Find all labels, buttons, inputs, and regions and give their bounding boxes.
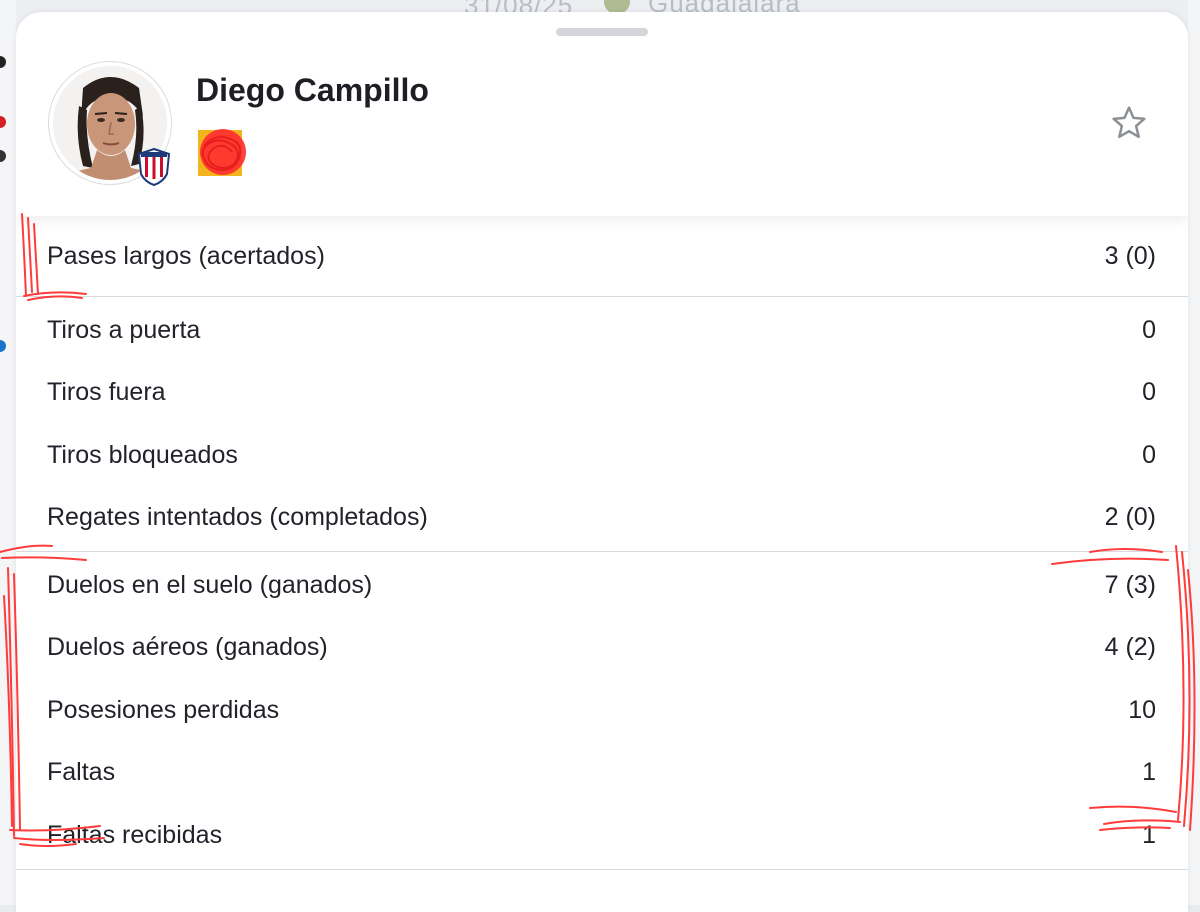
stat-value: 0 — [1142, 378, 1156, 407]
stat-value: 1 — [1142, 820, 1156, 849]
background-dot — [0, 340, 6, 352]
mexico-flag-icon — [194, 124, 254, 180]
stat-label: Tiros bloqueados — [47, 440, 238, 469]
stat-row: Tiros a puerta 0 — [16, 299, 1188, 362]
background-left-strip — [0, 0, 16, 905]
chivas-crest-icon — [137, 147, 171, 187]
stat-value: 4 (2) — [1104, 633, 1156, 662]
player-stats-sheet: Diego Campillo Pases largos (acertados) … — [16, 12, 1188, 912]
stat-row: Duelos en el suelo (ganados) 7 (3) — [16, 554, 1188, 617]
stat-label: Tiros fuera — [47, 378, 166, 407]
stat-label: Duelos en el suelo (ganados) — [47, 570, 373, 599]
sheet-drag-handle[interactable] — [556, 28, 648, 36]
stats-group-defending: Duelos en el suelo (ganados) 7 (3) Duelo… — [16, 552, 1188, 870]
stat-label: Faltas — [47, 758, 116, 787]
stats-list: Pases largos (acertados) 3 (0) Tiros a p… — [16, 216, 1188, 870]
background-dot — [0, 150, 6, 162]
stats-group-passing: Pases largos (acertados) 3 (0) — [16, 216, 1188, 297]
stats-group-attacking: Tiros a puerta 0 Tiros fuera 0 Tiros blo… — [16, 297, 1188, 552]
stat-value: 10 — [1128, 695, 1156, 724]
stat-row: Regates intentados (completados) 2 (0) — [16, 487, 1188, 550]
stat-row: Faltas 1 — [16, 742, 1188, 805]
favorite-star-button[interactable] — [1106, 100, 1152, 146]
stat-label: Posesiones perdidas — [47, 695, 280, 724]
stat-value: 2 (0) — [1104, 503, 1156, 532]
stat-value: 0 — [1142, 315, 1156, 344]
stat-row: Duelos aéreos (ganados) 4 (2) — [16, 617, 1188, 680]
stat-value: 1 — [1142, 758, 1156, 787]
background-dot — [0, 116, 6, 128]
stat-value: 3 (0) — [1104, 241, 1156, 270]
stat-label: Faltas recibidas — [47, 820, 223, 849]
player-name: Diego Campillo — [196, 72, 429, 108]
player-header: Diego Campillo — [16, 12, 1188, 216]
stat-value: 7 (3) — [1104, 570, 1156, 599]
stat-row: Pases largos (acertados) 3 (0) — [16, 216, 1188, 296]
star-icon — [1112, 106, 1146, 139]
stat-label: Pases largos (acertados) — [47, 241, 325, 270]
player-avatar[interactable] — [48, 61, 172, 187]
stat-row: Faltas recibidas 1 — [16, 804, 1188, 867]
background-right-strip — [1188, 0, 1200, 905]
stat-value: 0 — [1142, 440, 1156, 469]
stat-row: Tiros fuera 0 — [16, 362, 1188, 425]
stat-label: Regates intentados (completados) — [47, 503, 428, 532]
background-dot — [0, 56, 6, 68]
stat-row: Posesiones perdidas 10 — [16, 679, 1188, 742]
stat-row: Tiros bloqueados 0 — [16, 424, 1188, 487]
stat-label: Duelos aéreos (ganados) — [47, 633, 328, 662]
stat-label: Tiros a puerta — [47, 315, 201, 344]
